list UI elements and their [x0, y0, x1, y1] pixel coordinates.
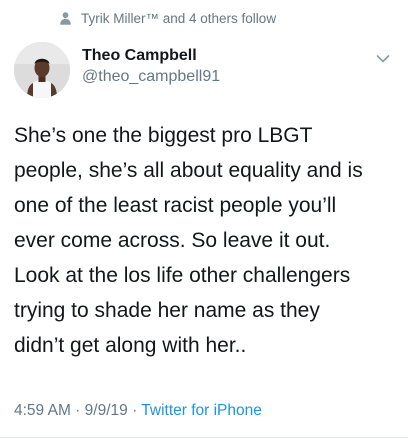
tweet-text-line: didn’t get along with her.. — [14, 334, 247, 357]
tweet-text-line: people, she’s all about equality and is — [14, 159, 363, 182]
tweet-meta: 4:59 AM · 9/9/19 · Twitter for iPhone — [14, 402, 262, 420]
author-block[interactable]: Theo Campbell @theo_campbell91 — [82, 46, 220, 87]
meta-separator: · — [70, 402, 85, 419]
meta-separator: · — [127, 402, 142, 419]
user-handle[interactable]: @theo_campbell91 — [82, 67, 220, 87]
display-name[interactable]: Theo Campbell — [82, 46, 220, 66]
avatar-photo — [14, 42, 70, 98]
tweet-text-line: She’s one the biggest pro LBGT — [14, 124, 313, 147]
tweet-text: She’s one the biggest pro LBGT people, s… — [14, 118, 399, 363]
tweet-text-line: trying to shade her name as they — [14, 299, 320, 322]
tweet-text-line: ever come across. So leave it out. — [14, 229, 331, 252]
tweet-time[interactable]: 4:59 AM — [14, 402, 71, 419]
chevron-down-icon[interactable] — [376, 54, 390, 64]
avatar[interactable] — [14, 42, 70, 98]
tweet-source-link[interactable]: Twitter for iPhone — [141, 402, 262, 419]
tweet-text-line: one of the least racist people you’ll — [14, 194, 337, 217]
tweet-date[interactable]: 9/9/19 — [85, 402, 128, 419]
tweet-text-line: Look at the los life other challengers — [14, 264, 351, 287]
person-icon — [60, 11, 71, 25]
tweet-header: Theo Campbell @theo_campbell91 — [14, 42, 394, 98]
social-context-text: Tyrik Miller™ and 4 others follow — [81, 10, 277, 26]
social-context[interactable]: Tyrik Miller™ and 4 others follow — [60, 9, 276, 27]
